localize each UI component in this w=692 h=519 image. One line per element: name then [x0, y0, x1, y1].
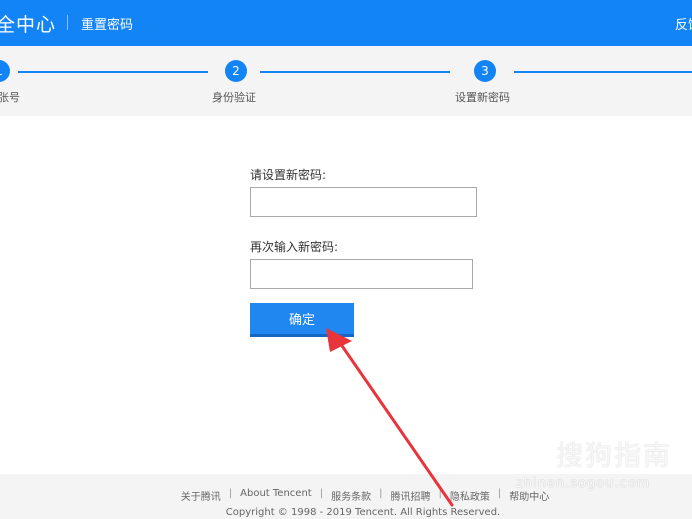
confirm-password-input[interactable]: [250, 259, 473, 289]
step-2-label: 身份验证: [212, 91, 256, 104]
step-1-circle: 1: [0, 60, 10, 82]
step-connector-1: [18, 71, 208, 73]
step-2-circle: 2: [225, 60, 247, 82]
new-password-label: 请设置新密码:: [250, 168, 327, 182]
header-divider: [67, 15, 68, 30]
watermark-brand: 搜狗指南: [556, 441, 672, 472]
footer-separator: |: [438, 488, 442, 499]
sogou-logo-icon: S: [514, 432, 552, 470]
step-3-circle: 3: [474, 60, 496, 82]
footer-separator: |: [379, 488, 383, 499]
watermark-url: zhinan.sogou.com: [516, 476, 651, 491]
new-password-input[interactable]: [250, 187, 477, 217]
footer-link-about-en[interactable]: About Tencent: [240, 488, 312, 503]
feedback-link[interactable]: 反馈: [675, 14, 692, 33]
copyright-text: Copyright © 1998 - 2019 Tencent. All Rig…: [225, 507, 501, 518]
confirm-password-label: 再次输入新密码:: [250, 240, 339, 254]
footer-link-privacy[interactable]: 隐私政策: [450, 488, 490, 503]
footer-link-terms[interactable]: 服务条款: [331, 488, 371, 503]
footer-separator: |: [319, 488, 324, 499]
header-subtitle: 重置密码: [81, 18, 134, 33]
footer-link-about-cn[interactable]: 关于腾讯: [181, 488, 221, 503]
header-title: 全中心: [0, 14, 57, 36]
footer-separator: |: [228, 488, 233, 499]
step-connector-3: [514, 71, 692, 73]
footer-separator: |: [497, 488, 502, 499]
step-connector-2: [260, 71, 450, 73]
top-header-bar: 全中心 重置密码 反馈: [0, 0, 692, 46]
confirm-button[interactable]: 确定: [250, 303, 354, 337]
footer-link-careers[interactable]: 腾讯招聘: [390, 488, 430, 503]
step-progress-bar: 1 2 3 张号 身份验证 设置新密码: [0, 46, 692, 116]
step-3-label: 设置新密码: [455, 91, 510, 104]
step-1-label: 张号: [0, 91, 20, 104]
